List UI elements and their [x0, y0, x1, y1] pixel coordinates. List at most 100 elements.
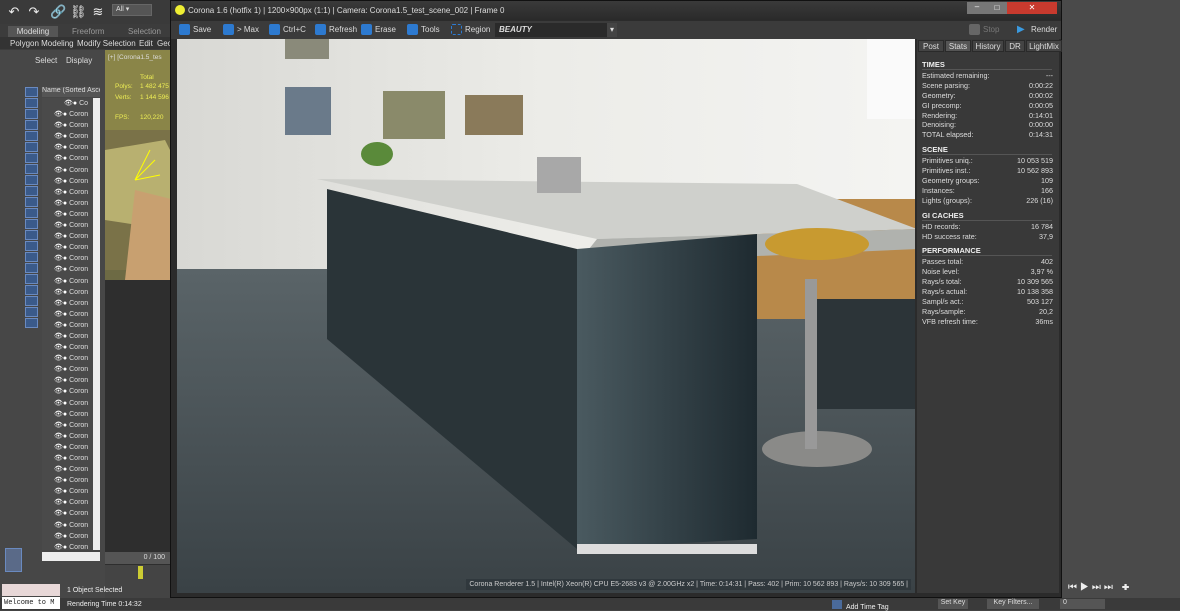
filter-icon[interactable] — [25, 208, 38, 218]
list-item[interactable]: 👁● Coron — [42, 131, 100, 142]
visibility-icon[interactable]: 👁● — [54, 455, 67, 462]
list-item[interactable]: 👁● Coron — [42, 364, 100, 375]
visibility-icon[interactable]: 👁● — [54, 533, 67, 540]
visibility-icon[interactable]: 👁● — [54, 477, 67, 484]
filter-icon[interactable] — [25, 186, 38, 196]
visibility-icon[interactable]: 👁● — [54, 144, 67, 151]
visibility-icon[interactable]: 👁● — [54, 422, 67, 429]
minimize-button[interactable]: – — [967, 2, 987, 14]
list-item[interactable]: 👁● Coron — [42, 520, 100, 531]
ribbon-tab-selection[interactable]: Selection — [128, 26, 161, 37]
visibility-icon[interactable]: 👁● — [54, 289, 67, 296]
menu-select[interactable]: Select — [35, 56, 57, 65]
list-item[interactable]: 👁● Coron — [42, 542, 100, 550]
filter-icon[interactable] — [25, 197, 38, 207]
maxscript-listener-top[interactable] — [2, 584, 60, 596]
render-element-dropdown[interactable]: BEAUTY — [495, 23, 617, 37]
visibility-icon[interactable]: 👁● — [54, 244, 67, 251]
filter-icon[interactable] — [25, 296, 38, 306]
render-button[interactable]: ▶ Render — [1015, 23, 1057, 37]
explorer-toggle-button[interactable] — [5, 548, 22, 572]
visibility-icon[interactable]: 👁● — [54, 377, 67, 384]
filter-icon[interactable] — [25, 263, 38, 273]
list-item[interactable]: 👁● Coron — [42, 442, 100, 453]
filter-icon[interactable] — [25, 98, 38, 108]
filter-icon[interactable] — [25, 142, 38, 152]
undo-icon[interactable]: ↶ — [6, 4, 22, 20]
set-key-button[interactable]: Set Key — [938, 599, 968, 609]
maximize-button[interactable]: □ — [987, 2, 1007, 14]
current-frame-field[interactable]: 0 — [1060, 599, 1105, 609]
rendered-image[interactable]: Corona Renderer 1.5 | Intel(R) Xeon(R) C… — [177, 39, 915, 593]
list-item[interactable]: 👁● Coron — [42, 486, 100, 497]
visibility-icon[interactable]: 👁● — [54, 266, 67, 273]
close-button[interactable]: ✕ — [1007, 2, 1057, 14]
list-item[interactable]: 👁● Coron — [42, 342, 100, 353]
visibility-icon[interactable]: 👁● — [54, 466, 67, 473]
filter-icon[interactable] — [25, 219, 38, 229]
visibility-icon[interactable]: 👁● — [54, 333, 67, 340]
visibility-icon[interactable]: 👁● — [54, 388, 67, 395]
list-item[interactable]: 👁● Coron — [42, 464, 100, 475]
visibility-icon[interactable]: 👁● — [54, 200, 67, 207]
list-item[interactable]: 👁● Coron — [42, 220, 100, 231]
list-item[interactable]: 👁● Coron — [42, 209, 100, 220]
list-item[interactable]: 👁● Coron — [42, 153, 100, 164]
subtab-edit[interactable]: Edit — [139, 39, 153, 48]
list-item[interactable]: 👁● Coron — [42, 176, 100, 187]
selection-filter-dropdown[interactable]: All ▾ — [112, 4, 152, 16]
stop-button[interactable]: Stop — [967, 23, 999, 37]
region-button[interactable]: Region — [449, 23, 490, 37]
subtab-modify-selection[interactable]: Modify Selection — [77, 39, 136, 48]
list-item[interactable]: 👁● Coron — [42, 375, 100, 386]
visibility-icon[interactable]: 👁● — [54, 311, 67, 318]
horizontal-scrollbar[interactable] — [42, 552, 100, 561]
visibility-icon[interactable]: 👁● — [54, 178, 67, 185]
save-button[interactable]: Save — [177, 23, 211, 37]
list-item[interactable]: 👁● Coron — [42, 320, 100, 331]
list-item[interactable]: 👁● Coron — [42, 187, 100, 198]
list-item[interactable]: 👁● Coron — [42, 120, 100, 131]
visibility-icon[interactable]: 👁● — [54, 344, 67, 351]
subtab-polygon-modeling[interactable]: Polygon Modeling — [10, 39, 74, 48]
visibility-icon[interactable]: 👁● — [54, 189, 67, 196]
key-filters-button[interactable]: Key Filters... — [987, 599, 1039, 609]
list-item[interactable]: 👁● Co — [42, 98, 100, 109]
visibility-icon[interactable]: 👁● — [54, 322, 67, 329]
erase-button[interactable]: Erase — [359, 23, 396, 37]
tab-dr[interactable]: DR — [1005, 40, 1025, 52]
visibility-icon[interactable]: 👁● — [54, 499, 67, 506]
list-item[interactable]: 👁● Coron — [42, 353, 100, 364]
visibility-icon[interactable]: 👁● — [54, 155, 67, 162]
list-item[interactable]: 👁● Coron — [42, 231, 100, 242]
list-item[interactable]: 👁● Coron — [42, 331, 100, 342]
visibility-icon[interactable]: 👁● — [54, 433, 67, 440]
add-time-tag-button[interactable]: Add Time Tag — [832, 600, 889, 611]
list-item[interactable]: 👁● Coron — [42, 431, 100, 442]
filter-icon[interactable] — [25, 120, 38, 130]
visibility-icon[interactable]: 👁● — [54, 366, 67, 373]
time-slider[interactable]: 0 / 100 — [105, 552, 170, 564]
visibility-icon[interactable]: 👁● — [54, 400, 67, 407]
tab-stats[interactable]: Stats — [945, 40, 971, 52]
menu-display[interactable]: Display — [66, 56, 92, 65]
visibility-icon[interactable]: 👁● — [54, 522, 67, 529]
list-item[interactable]: 👁● Coron — [42, 109, 100, 120]
visibility-icon[interactable]: 👁● — [54, 544, 67, 550]
filter-icon[interactable] — [25, 252, 38, 262]
list-item[interactable]: 👁● Coron — [42, 508, 100, 519]
filter-icon[interactable] — [25, 131, 38, 141]
visibility-icon[interactable]: 👁● — [54, 211, 67, 218]
list-item[interactable]: 👁● Coron — [42, 165, 100, 176]
viewport-label[interactable]: [+] [Corona1.5_tes — [108, 54, 162, 61]
visibility-icon[interactable]: 👁● — [54, 233, 67, 240]
tab-history[interactable]: History — [972, 40, 1004, 52]
filter-icon[interactable] — [25, 307, 38, 317]
filter-icon[interactable] — [25, 109, 38, 119]
visibility-icon[interactable]: 👁● — [54, 278, 67, 285]
visibility-icon[interactable]: 👁● — [54, 355, 67, 362]
list-item[interactable]: 👁● Coron — [42, 409, 100, 420]
list-item[interactable]: 👁● Coron — [42, 386, 100, 397]
list-item[interactable]: 👁● Coron — [42, 420, 100, 431]
visibility-icon[interactable]: 👁● — [54, 111, 67, 118]
